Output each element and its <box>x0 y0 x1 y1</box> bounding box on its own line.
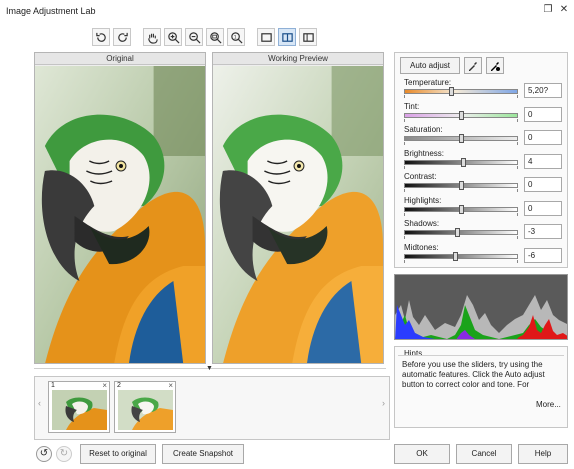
split-view-button[interactable] <box>278 28 296 46</box>
preview-pane: Working Preview <box>212 52 384 364</box>
cancel-button[interactable]: Cancel <box>456 444 512 464</box>
ok-button[interactable]: OK <box>394 444 450 464</box>
zoom-out-icon <box>188 31 200 43</box>
slider-label: Saturation: <box>404 125 443 134</box>
help-button[interactable]: Help <box>518 444 568 464</box>
create-snapshot-button[interactable]: Create Snapshot <box>162 444 244 464</box>
snapshot-image <box>52 390 107 430</box>
eyedropper-icon <box>469 61 477 71</box>
side-by-side-icon <box>302 32 314 42</box>
zoom-in-icon <box>167 31 179 43</box>
slider-ticks <box>404 236 518 239</box>
snapshot-thumb-1[interactable]: 1 × <box>48 381 110 433</box>
scroll-left-icon[interactable]: ‹ <box>38 398 41 408</box>
original-label: Original <box>35 53 205 65</box>
preview-image[interactable] <box>213 66 383 364</box>
preview-label: Working Preview <box>213 53 383 65</box>
slider-thumb[interactable] <box>449 87 455 96</box>
svg-text:1: 1 <box>233 34 236 40</box>
slider-thumb[interactable] <box>455 228 461 237</box>
hints-title: Hints <box>404 349 423 358</box>
slider-value-field[interactable]: 4 <box>524 153 562 169</box>
histogram-graph <box>395 275 567 339</box>
slider-thumb[interactable] <box>452 251 458 261</box>
histogram <box>394 274 568 340</box>
more-link[interactable]: More... <box>536 400 561 409</box>
close-icon[interactable]: ✕ <box>558 4 570 16</box>
original-image[interactable] <box>35 66 205 364</box>
eyedropper-black-icon <box>491 61 500 71</box>
slider-label: Highlights: <box>404 195 442 205</box>
side-by-side-button[interactable] <box>299 28 317 46</box>
scroll-right-icon[interactable]: › <box>382 398 385 408</box>
snapshot-number: 2 <box>117 382 121 389</box>
slider-value-field[interactable]: -3 <box>524 224 562 239</box>
slider-value-field[interactable]: 0 <box>524 200 562 216</box>
white-point-button[interactable] <box>464 57 482 74</box>
hints-divider <box>398 355 564 356</box>
slider-label: Tint: <box>404 101 420 111</box>
collapse-arrow-icon[interactable]: ▼ <box>206 365 213 372</box>
snapshot-close-icon[interactable]: × <box>102 381 107 390</box>
auto-adjust-button[interactable]: Auto adjust <box>400 57 460 74</box>
single-view-icon <box>260 32 272 42</box>
rotate-left-icon <box>95 32 106 42</box>
slider-track[interactable] <box>404 89 518 94</box>
undo-button[interactable]: ↺ <box>36 446 52 462</box>
redo-button[interactable]: ↻ <box>56 446 72 462</box>
zoom-in-button[interactable] <box>164 28 182 46</box>
slider-value-field[interactable]: 0 <box>524 177 562 192</box>
snapshot-image <box>118 390 173 430</box>
hand-tool-button[interactable] <box>143 28 161 46</box>
restore-icon[interactable]: ❐ <box>542 4 554 16</box>
zoom-fit-button[interactable] <box>206 28 224 46</box>
rotate-right-button[interactable] <box>113 28 131 46</box>
hints-text: Before you use the sliders, try using th… <box>402 360 545 389</box>
single-view-button[interactable] <box>257 28 275 46</box>
zoom-actual-icon: 1 <box>230 31 242 43</box>
window-title: Image Adjustment Lab <box>6 6 96 16</box>
slider-value-field[interactable]: 0 <box>524 130 562 145</box>
rotate-left-button[interactable] <box>92 28 110 46</box>
original-pane: Original <box>34 52 206 364</box>
slider-value-field[interactable]: 5,20? <box>524 83 562 98</box>
slider-label: Brightness: <box>404 148 445 158</box>
black-point-button[interactable] <box>486 57 504 74</box>
zoom-out-button[interactable] <box>185 28 203 46</box>
slider-thumb[interactable] <box>460 157 466 167</box>
slider-ticks <box>404 95 518 98</box>
split-view-icon <box>281 32 293 42</box>
snapshot-close-icon[interactable]: × <box>168 381 173 390</box>
slider-track[interactable] <box>404 230 518 235</box>
slider-thumb[interactable] <box>458 134 464 143</box>
hand-icon <box>147 33 158 44</box>
slider-label: Temperature: <box>404 78 452 87</box>
slider-thumb[interactable] <box>458 181 464 190</box>
slider-value-field[interactable]: -6 <box>524 247 562 263</box>
view-toolbar: 1 <box>92 28 317 50</box>
slider-label: Contrast: <box>404 172 437 181</box>
slider-track[interactable] <box>404 253 518 259</box>
slider-thumb[interactable] <box>458 110 464 120</box>
slider-ticks <box>404 259 518 263</box>
snapshot-number: 1 <box>51 382 55 389</box>
rotate-right-icon <box>117 32 128 42</box>
slider-label: Shadows: <box>404 219 440 228</box>
snapshot-thumb-2[interactable]: 2 × <box>114 381 176 433</box>
slider-thumb[interactable] <box>458 204 464 214</box>
zoom-fit-icon <box>209 31 221 43</box>
slider-value-field[interactable]: 0 <box>524 106 562 122</box>
reset-button[interactable]: Reset to original <box>80 444 156 464</box>
slider-label: Midtones: <box>404 242 439 252</box>
zoom-actual-button[interactable]: 1 <box>227 28 245 46</box>
title-bar: Image Adjustment Lab ❐ ✕ <box>0 0 574 22</box>
